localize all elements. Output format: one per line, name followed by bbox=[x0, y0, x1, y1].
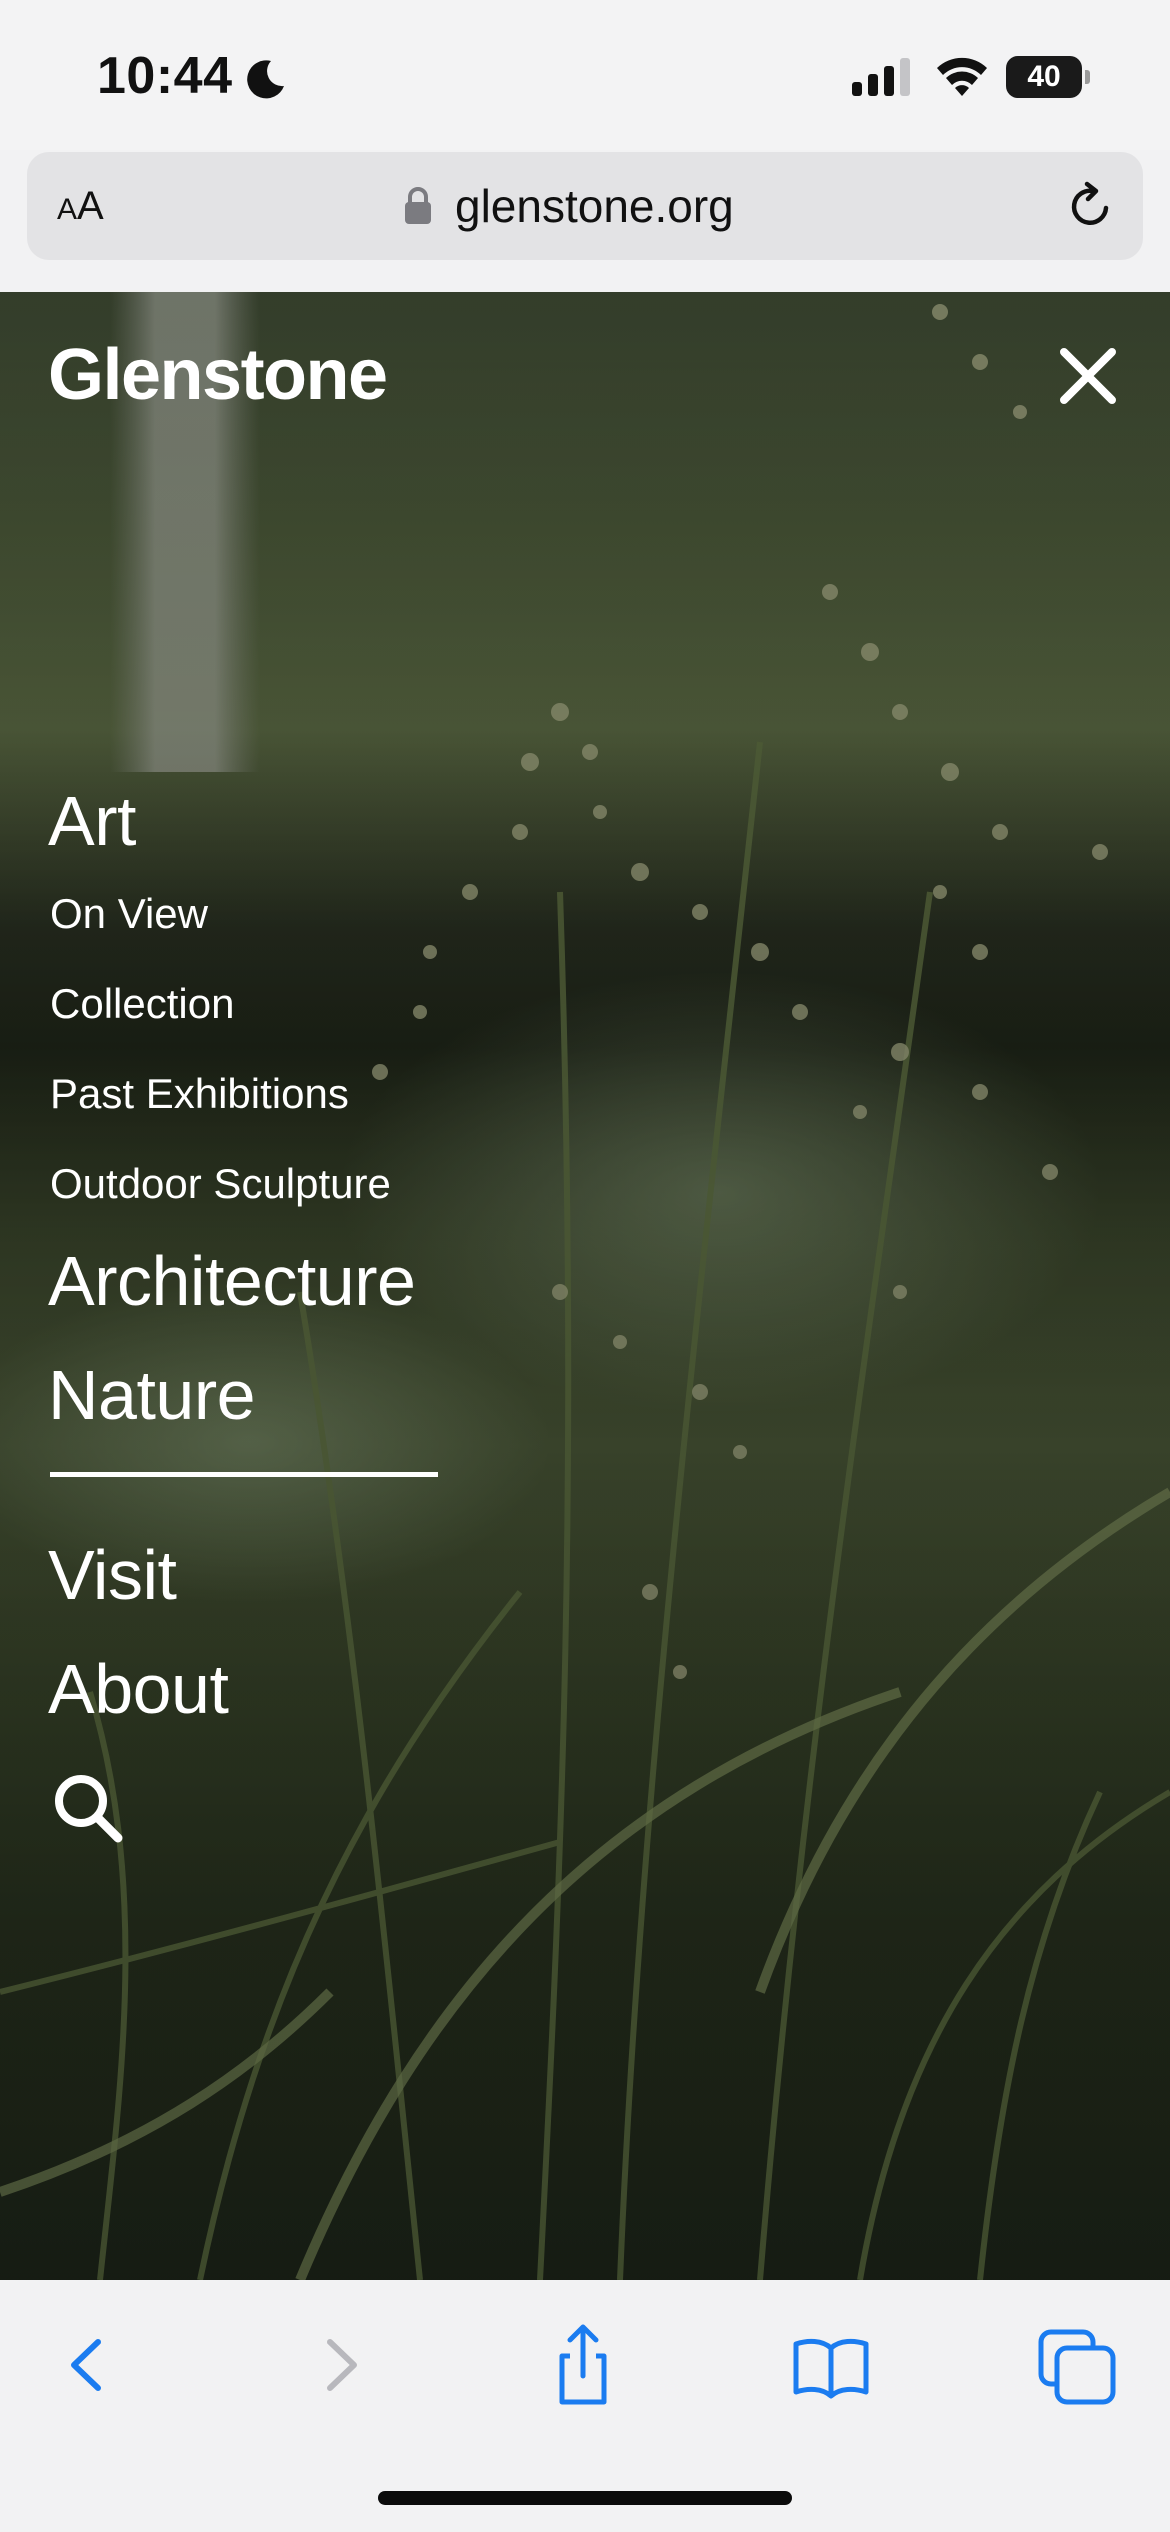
bookmarks-icon[interactable] bbox=[788, 2322, 874, 2408]
battery-body: 40 bbox=[1006, 56, 1082, 98]
search-icon[interactable] bbox=[50, 1770, 126, 1846]
home-indicator[interactable] bbox=[378, 2491, 792, 2505]
nav-item-on-view[interactable]: On View bbox=[50, 890, 208, 938]
text-size-large-label: A bbox=[77, 184, 104, 228]
battery-tip bbox=[1085, 70, 1090, 84]
forward-icon[interactable] bbox=[296, 2322, 382, 2408]
nav-item-outdoor-sculpture[interactable]: Outdoor Sculpture bbox=[50, 1160, 391, 1208]
status-bar: 10:44 40 bbox=[0, 0, 1170, 150]
site-logo[interactable]: Glenstone bbox=[48, 330, 388, 420]
lock-icon bbox=[405, 187, 431, 224]
nav-item-past-exhibitions[interactable]: Past Exhibitions bbox=[50, 1070, 349, 1118]
text-size-small-label: A bbox=[57, 193, 78, 226]
wifi-icon bbox=[937, 57, 987, 96]
signal-icon bbox=[852, 58, 910, 96]
nav-item-collection[interactable]: Collection bbox=[50, 980, 234, 1028]
status-time: 10:44 bbox=[97, 47, 233, 105]
nav-architecture[interactable]: Architecture bbox=[48, 1242, 416, 1320]
back-icon[interactable] bbox=[46, 2322, 132, 2408]
url-text[interactable]: glenstone.org bbox=[455, 178, 734, 234]
tabs-icon[interactable] bbox=[1035, 2322, 1121, 2408]
nav-divider bbox=[50, 1472, 438, 1477]
moon-icon bbox=[247, 60, 284, 99]
reload-icon[interactable] bbox=[1065, 180, 1117, 232]
share-icon[interactable] bbox=[540, 2322, 626, 2408]
nav-art[interactable]: Art bbox=[48, 782, 136, 860]
battery-level: 40 bbox=[1027, 60, 1061, 93]
nav-visit[interactable]: Visit bbox=[48, 1536, 177, 1614]
menu-overlay: Glenstone Art On View Collection Past Ex… bbox=[0, 292, 1170, 2280]
battery-icon: 40 bbox=[1006, 56, 1090, 98]
nav-nature[interactable]: Nature bbox=[48, 1356, 256, 1434]
nav-about[interactable]: About bbox=[48, 1650, 229, 1728]
close-icon[interactable] bbox=[1054, 342, 1122, 410]
address-bar[interactable]: AA glenstone.org bbox=[27, 152, 1143, 260]
text-size-button[interactable]: AA bbox=[57, 180, 104, 232]
